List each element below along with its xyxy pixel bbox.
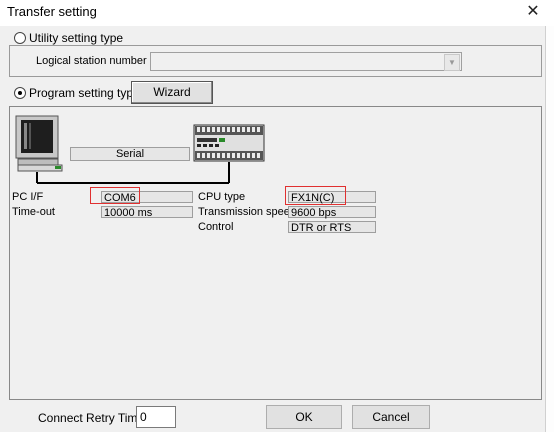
utility-setting-radio[interactable]: [14, 32, 26, 44]
connection-diagram: Serial PC I/F COM6 Time-out 10000 ms CPU…: [9, 106, 542, 400]
transmission-speed-value: 9600 bps: [288, 206, 376, 219]
retry-input[interactable]: 0: [136, 406, 176, 428]
pc-if-label: PC I/F: [12, 191, 44, 203]
timeout-label: Time-out: [12, 206, 55, 218]
logical-station-label: Logical station number: [36, 55, 147, 67]
cpu-type-label: CPU type: [198, 191, 246, 203]
timeout-value: 10000 ms: [101, 206, 193, 219]
right-edge-panel: [545, 26, 554, 432]
close-icon[interactable]: ✕: [521, 1, 545, 23]
ok-button[interactable]: OK: [266, 405, 342, 429]
retry-label: Connect Retry Times: [38, 411, 151, 425]
control-value: DTR or RTS: [288, 221, 376, 234]
program-setting-label: Program setting type: [29, 86, 140, 100]
wizard-button[interactable]: Wizard: [131, 81, 213, 104]
program-setting-radio[interactable]: [14, 87, 26, 99]
chevron-down-icon[interactable]: ▼: [444, 54, 460, 71]
cpu-type-highlight: [285, 186, 346, 205]
control-label: Control: [198, 221, 234, 233]
logical-station-combo[interactable]: ▼: [150, 52, 462, 71]
cancel-button[interactable]: Cancel: [352, 405, 430, 429]
transmission-speed-label: Transmission speed: [198, 206, 297, 218]
utility-setting-label: Utility setting type: [29, 31, 124, 45]
window-title: Transfer setting: [7, 4, 97, 19]
pc-if-highlight: [90, 187, 140, 204]
